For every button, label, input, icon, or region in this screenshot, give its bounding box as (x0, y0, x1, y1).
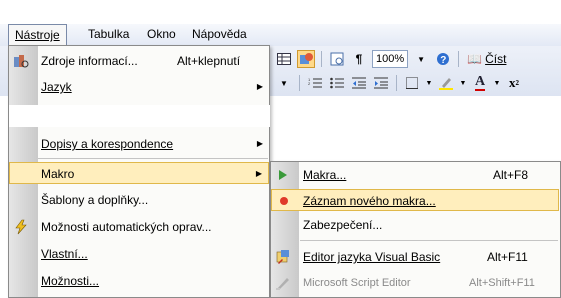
title-area (0, 0, 561, 24)
submenu-arrow-icon: ▶ (256, 82, 263, 91)
menu-tabulka-label: Tabulka (88, 27, 130, 41)
menu-item-zabezpeceni[interactable]: Zabezpečení... (271, 214, 559, 236)
menu-item-label: Záznam nového makra... (303, 194, 436, 208)
menu-napoveda[interactable]: Nápověda (186, 24, 253, 46)
menu-item-label: Možnosti... (41, 274, 100, 288)
menu-item-jazyk[interactable]: Jazyk ▶ (9, 76, 269, 98)
menu-item-moznosti-autooprav[interactable]: Možnosti automatických oprav... (9, 216, 269, 238)
menu-item-shortcut: Alt+Shift+F11 (469, 277, 535, 289)
read-button[interactable]: 📖 Číst (465, 50, 508, 68)
menu-item-label: Šablony a doplňky... (41, 193, 149, 207)
font-color-icon[interactable]: A (471, 74, 489, 92)
toolbar-separator (299, 75, 300, 91)
menu-item-makro[interactable]: Makro ▶ (9, 162, 269, 184)
drawing-icon[interactable] (297, 50, 315, 68)
menu-okno-label: Okno (147, 27, 176, 41)
chevron-down-icon[interactable]: ▼ (493, 74, 501, 92)
help-icon[interactable]: ? (434, 50, 452, 68)
menu-item-script-editor[interactable]: Microsoft Script Editor Alt+Shift+F11 (271, 272, 559, 294)
menu-item-vlastni[interactable]: Vlastní... (9, 243, 269, 265)
menu-item-zaznam-makra[interactable]: Záznam nového makra... (271, 189, 559, 211)
menu-item-label: Makra... (303, 168, 347, 182)
document-map-icon[interactable] (328, 50, 346, 68)
submenu-arrow-icon: ▶ (256, 139, 263, 148)
menu-item-label: Microsoft Script Editor (303, 277, 411, 289)
menu-tabulka[interactable]: Tabulka (82, 24, 135, 46)
research-books-icon (12, 52, 30, 70)
menu-divider (38, 158, 268, 159)
menu-item-dopisy[interactable]: Dopisy a korespondence ▶ (9, 133, 269, 155)
increase-indent-icon[interactable] (372, 74, 390, 92)
play-triangle-icon (274, 166, 292, 184)
book-icon: 📖 (467, 52, 483, 66)
menu-item-label: Makro (41, 167, 75, 181)
script-editor-icon (274, 274, 292, 292)
table-grid-icon[interactable] (275, 50, 293, 68)
menu-item-shortcut: Alt+F8 (493, 168, 529, 182)
menu-okno[interactable]: Okno (141, 24, 182, 46)
borders-icon[interactable] (403, 74, 421, 92)
superscript-icon[interactable]: x2 (505, 74, 523, 92)
menu-item-label: Dopisy a korespondence (41, 137, 174, 151)
submenu-arrow-icon: ▶ (255, 169, 262, 178)
menu-divider (300, 240, 558, 241)
menu-nastroje[interactable]: Nástroje (8, 24, 67, 46)
highlight-icon[interactable] (437, 74, 455, 92)
standard-toolbar: ¶ 100% ▼ ? 📖 Číst (275, 48, 561, 70)
read-button-label: Číst (485, 52, 507, 66)
menu-nastroje-label: Nástroje (15, 28, 60, 42)
toolbar-separator (321, 51, 322, 67)
menu-item-label: Editor jazyka Visual Basic (303, 250, 441, 264)
decrease-indent-icon[interactable] (350, 74, 368, 92)
menu-item-label: Jazyk (41, 80, 72, 94)
menu-item-label: Vlastní... (41, 247, 88, 261)
toolbar-separator (458, 51, 460, 67)
menu-item-label: Zabezpečení... (303, 218, 383, 232)
zoom-select[interactable]: 100% (372, 50, 409, 68)
menu-item-visual-basic-editor[interactable]: Editor jazyka Visual Basic Alt+F11 (271, 246, 559, 268)
visual-basic-editor-icon (274, 248, 292, 266)
chevron-down-icon[interactable]: ▼ (425, 74, 433, 92)
tools-menu-gap (9, 105, 270, 127)
menu-item-zdroje-informaci[interactable]: Zdroje informací... Alt+klepnutí (9, 50, 269, 72)
autocorrect-lightning-icon (12, 218, 30, 236)
zoom-dropdown-icon[interactable]: ▼ (412, 50, 430, 68)
menu-item-makra[interactable]: Makra... Alt+F8 (271, 164, 559, 186)
menu-napoveda-label: Nápověda (192, 27, 247, 41)
chevron-down-icon[interactable]: ▼ (459, 74, 467, 92)
toolbar-separator (396, 75, 397, 91)
menu-item-label: Možnosti automatických oprav... (41, 220, 212, 234)
bullets-icon[interactable] (328, 74, 346, 92)
pilcrow-icon[interactable]: ¶ (350, 50, 368, 68)
svg-text:?: ? (440, 55, 446, 66)
record-dot-icon (275, 192, 293, 210)
menu-item-shortcut: Alt+klepnutí (177, 54, 241, 68)
svg-text:2: 2 (308, 81, 311, 86)
menu-item-moznosti[interactable]: Možnosti... (9, 270, 269, 292)
numbering-icon[interactable]: 12 (306, 74, 324, 92)
menu-item-label: Zdroje informací... (41, 54, 138, 68)
menu-item-shortcut: Alt+F11 (487, 250, 528, 264)
formatting-toolbar: ▼ 12 ▼ ▼ A ▼ x2 (275, 72, 561, 94)
chevron-down-icon[interactable]: ▼ (275, 74, 293, 92)
menu-item-sablony[interactable]: Šablony a doplňky... (9, 189, 269, 211)
